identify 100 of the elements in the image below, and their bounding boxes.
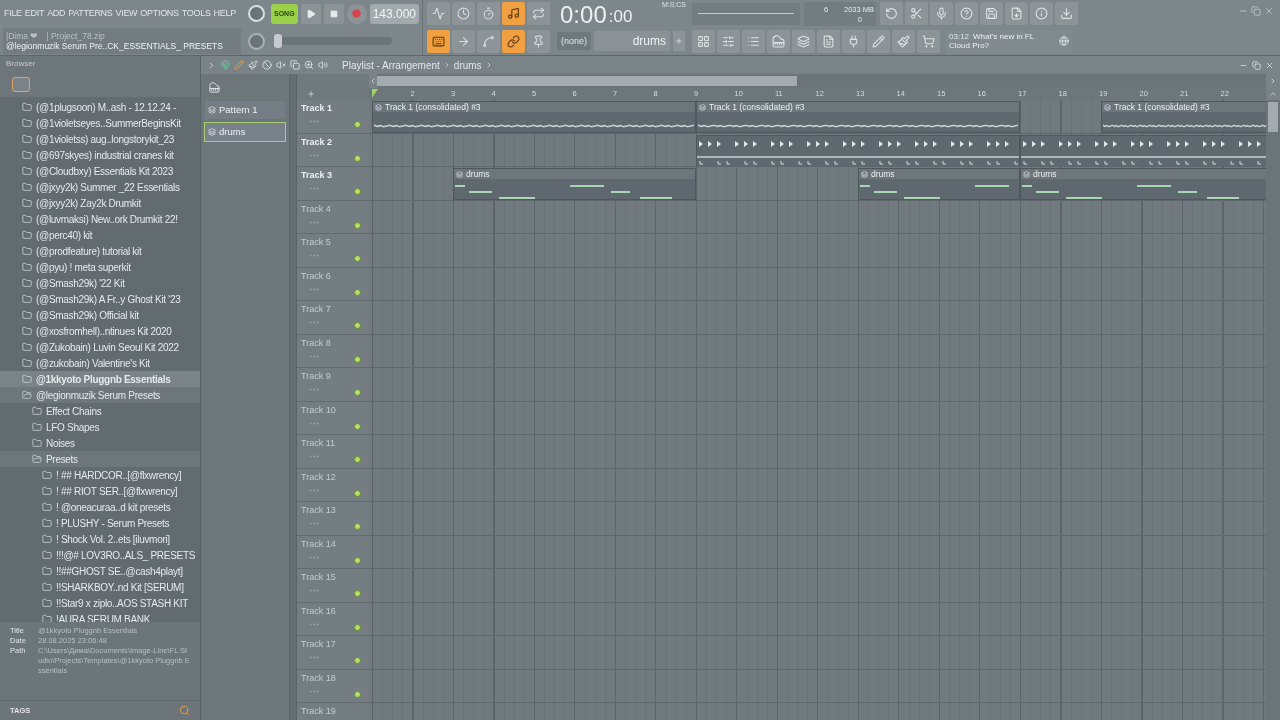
toolbar-toggle[interactable]: [527, 2, 550, 26]
track-switch-icon[interactable]: [354, 456, 361, 463]
breadcrumb[interactable]: Playlist - Arrangement: [342, 57, 440, 73]
browser-item[interactable]: (@Smash29k) Official kit: [0, 307, 200, 323]
preset-selector[interactable]: (none): [557, 32, 592, 51]
ban-icon[interactable]: [262, 60, 272, 70]
browser-item[interactable]: ! ## HARDCOR..[@flxwrency]: [0, 467, 200, 483]
track-header[interactable]: Track 1: [297, 100, 369, 134]
browser-item[interactable]: (@prodfeature) tutorial kit: [0, 243, 200, 259]
toolbar-toggle[interactable]: [502, 2, 525, 26]
browser-item[interactable]: (@Cloudbxy) Essentials Kit 2023: [0, 163, 200, 179]
zoom-icon[interactable]: [304, 60, 314, 70]
breadcrumb[interactable]: drums: [453, 57, 482, 73]
browser-item[interactable]: (@1violetss) aug..longstorykit_23: [0, 131, 200, 147]
menu-item[interactable]: PATTERNS: [68, 7, 113, 21]
track-switch-icon[interactable]: [354, 690, 361, 698]
track-header[interactable]: Track 6: [297, 267, 369, 301]
track-header[interactable]: Track 16: [297, 602, 369, 636]
track-switch-icon[interactable]: [354, 389, 361, 396]
browser-item[interactable]: (@pyu) ! meta superkit: [0, 259, 200, 275]
track-switch-icon[interactable]: [354, 154, 361, 162]
track-switch-icon[interactable]: [354, 322, 361, 329]
close-icon[interactable]: [1265, 60, 1274, 70]
scroll-up-icon[interactable]: [1269, 90, 1277, 98]
browser-item[interactable]: (@luvmaksi) New..ork Drumkit 22!: [0, 211, 200, 227]
magnet-icon[interactable]: [220, 60, 230, 70]
track-switch-icon[interactable]: [354, 422, 361, 430]
pencil-icon[interactable]: [234, 60, 244, 70]
track-switch-icon[interactable]: [354, 590, 361, 597]
toolbar-toggle[interactable]: [477, 29, 500, 53]
toolbar-button[interactable]: [717, 29, 741, 53]
collapse-icon[interactable]: [207, 60, 216, 70]
track-header[interactable]: Track 5: [297, 234, 369, 268]
toolbar-button[interactable]: [1030, 2, 1054, 26]
browser-item[interactable]: ! ## RIOT SER..[@flxwrency]: [0, 483, 200, 499]
toolbar-button[interactable]: [692, 29, 716, 53]
toolbar-button[interactable]: [980, 2, 1004, 26]
browser-item[interactable]: ! Shock Vol. 2..ets [iluvmori]: [0, 531, 200, 547]
browser-item[interactable]: @1kkyoto Pluggnb Essentials: [0, 371, 200, 387]
browser-item[interactable]: (@perc40) kit: [0, 227, 200, 243]
toolbar-button[interactable]: [917, 29, 941, 53]
track-switch-icon[interactable]: [354, 255, 361, 262]
browser-item[interactable]: !!##GHOST SE..@cash4playt]: [0, 563, 200, 579]
menu-item[interactable]: OPTIONS: [140, 7, 179, 21]
track-header[interactable]: Track 4: [297, 200, 369, 234]
browser-item[interactable]: ! @oneacuraa..d kit presets: [0, 499, 200, 515]
browser-item[interactable]: (@zukobain) Valentine's Kit: [0, 355, 200, 371]
track-header[interactable]: Track 8: [297, 334, 369, 368]
piano-icon[interactable]: [209, 81, 220, 93]
news-panel[interactable]: 03:12 What's new in FL Cloud Pro?: [946, 29, 1073, 53]
pattern-list-scrollbar[interactable]: [289, 74, 297, 720]
tempo-display[interactable]: 143.000: [369, 3, 419, 24]
toolbar-button[interactable]: [767, 29, 791, 53]
close-icon[interactable]: [1264, 6, 1274, 16]
browser-item[interactable]: !!SHARKBOY..nd Kit [SERUM]: [0, 579, 200, 595]
toolbar-button[interactable]: [930, 2, 954, 26]
track-header[interactable]: Track 3: [297, 167, 369, 201]
pitch-slider-thumb[interactable]: [274, 34, 282, 49]
browser-item[interactable]: (@697skyes) industrial cranes kit: [0, 147, 200, 163]
playlist-clip[interactable]: drums: [453, 168, 696, 200]
vertical-scrollbar-thumb[interactable]: [1268, 102, 1278, 132]
track-header[interactable]: Track 19: [297, 703, 369, 720]
track-header[interactable]: Track 10: [297, 401, 369, 435]
toolbar-button[interactable]: [817, 29, 841, 53]
track-header[interactable]: Track 18: [297, 669, 369, 703]
toolbar-button[interactable]: [880, 2, 904, 26]
toolbar-button[interactable]: [792, 29, 816, 53]
browser-item[interactable]: LFO Shapes: [0, 419, 200, 435]
toolbar-button[interactable]: [892, 29, 916, 53]
toolbar-toggle[interactable]: [452, 2, 475, 26]
toolbar-button[interactable]: [1055, 2, 1079, 26]
toolbar-toggle[interactable]: [527, 29, 550, 53]
toolbar-button[interactable]: [867, 29, 891, 53]
master-pitch-knob[interactable]: [247, 32, 265, 50]
browser-item[interactable]: ! PLUSHY - Serum Presets: [0, 515, 200, 531]
playlist-clip[interactable]: Track 1 (consolidated) #3: [1101, 101, 1266, 133]
track-header[interactable]: Track 2: [297, 133, 369, 167]
toolbar-toggle[interactable]: [477, 2, 500, 26]
record-button[interactable]: [346, 3, 367, 24]
track-lane[interactable]: drums drums drums: [369, 167, 1266, 201]
pattern-selector[interactable]: drums: [594, 31, 671, 52]
toolbar-toggle[interactable]: [427, 2, 450, 26]
browser-item[interactable]: !AURA SERUM BANK: [0, 611, 200, 622]
pattern-item[interactable]: drums: [204, 122, 286, 142]
track-switch-icon[interactable]: [354, 489, 361, 497]
browser-item[interactable]: (@jxyy2k) Summer _22 Essentials: [0, 179, 200, 195]
track-header[interactable]: Track 11: [297, 435, 369, 469]
overview-scrollbar[interactable]: [377, 74, 1266, 88]
track-switch-icon[interactable]: [354, 355, 361, 363]
track-header[interactable]: Track 13: [297, 502, 369, 536]
menu-item[interactable]: FILE: [4, 7, 22, 21]
restore-icon[interactable]: [1251, 6, 1261, 16]
browser-item[interactable]: (@Smash29k) A Fr..y Ghost Kit '23: [0, 291, 200, 307]
toolbar-button[interactable]: [842, 29, 866, 53]
browser-item[interactable]: (@1plugsoon) M..ash - 12.12.24 -: [0, 99, 200, 115]
stop-button[interactable]: [323, 3, 344, 24]
playlist-clip[interactable]: Track 1 (consolidated) #3: [696, 101, 1020, 133]
scroll-right-icon[interactable]: [1269, 77, 1277, 85]
track-switch-icon[interactable]: [354, 523, 361, 530]
playlist-clip[interactable]: drums: [858, 168, 1020, 200]
